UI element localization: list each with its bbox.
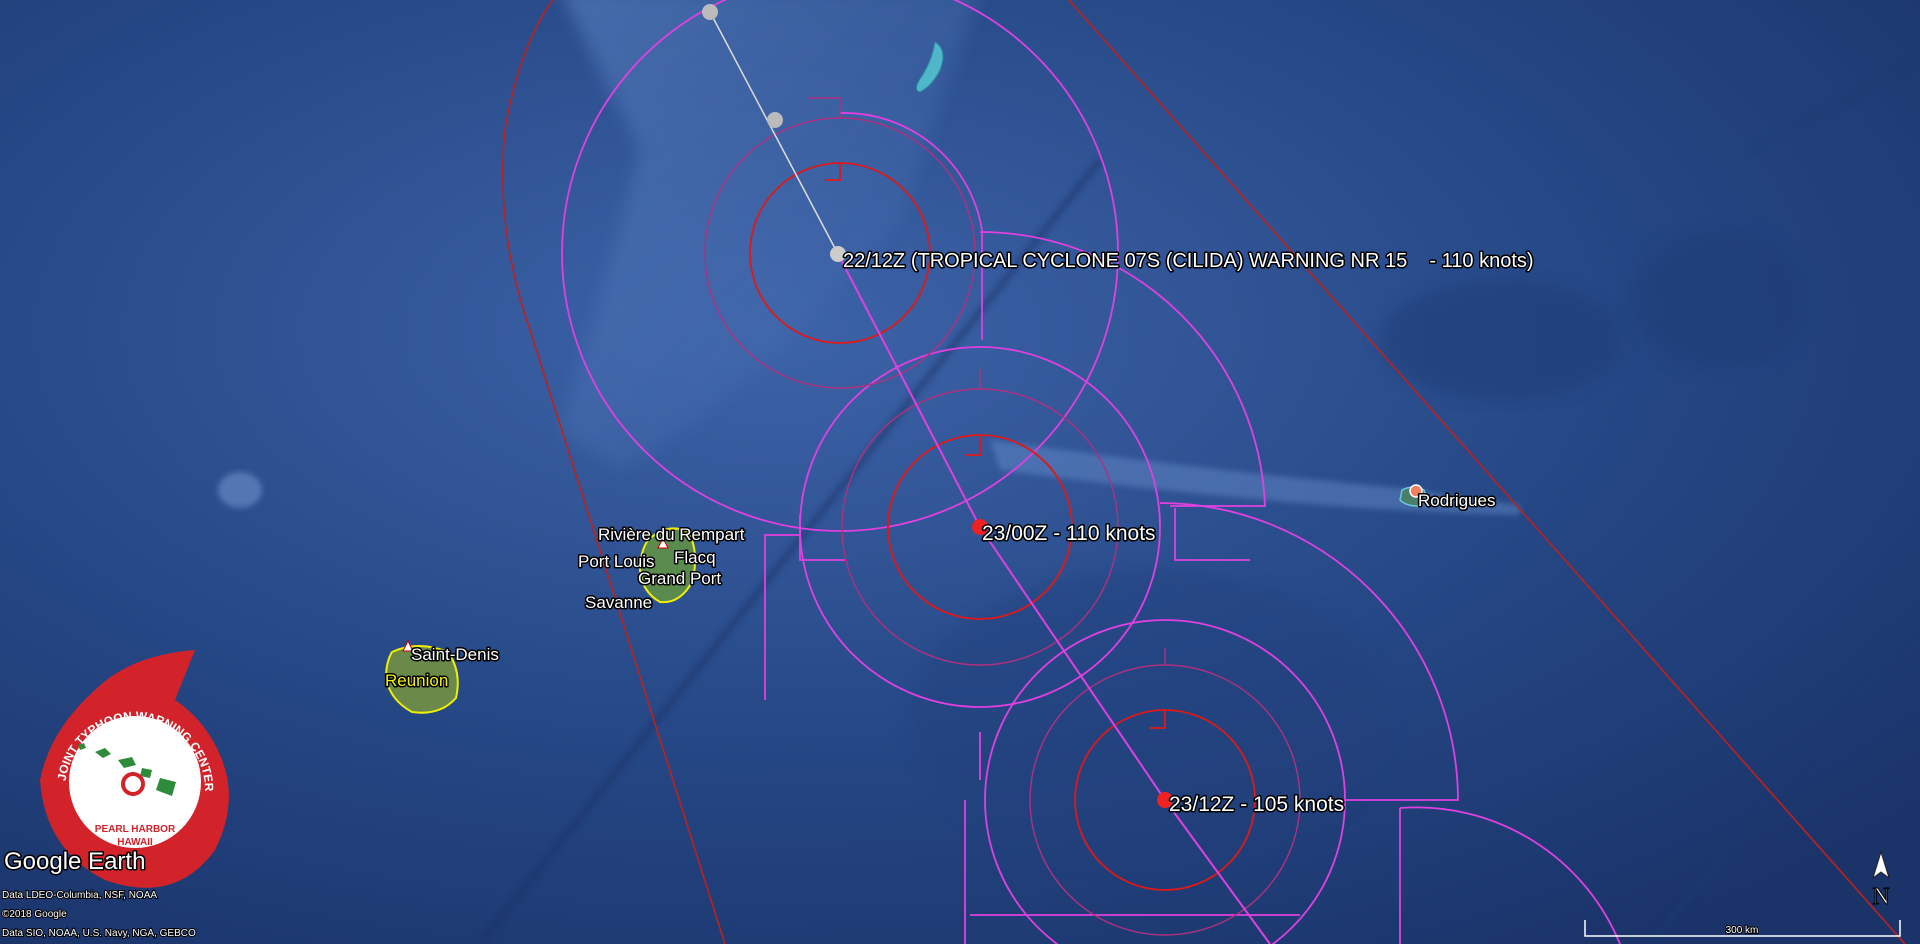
scale-bar-label: 300 km (1726, 925, 1759, 936)
place-savanne: Savanne (585, 593, 652, 612)
north-label: N (1872, 884, 1889, 910)
place-riviere-du-rempart: Rivière du Rempart (598, 525, 745, 544)
place-saint-denis: Saint-Denis (411, 645, 499, 664)
current-position-label: 22/12Z (TROPICAL CYCLONE 07S (CILIDA) WA… (843, 250, 1534, 272)
forecast-label-23-00z: 23/00Z - 110 knots (982, 522, 1156, 545)
place-grand-port: Grand Port (638, 569, 721, 588)
past-position-marker[interactable] (702, 4, 718, 20)
forecast-label-23-12z: 23/12Z - 105 knots (1169, 793, 1344, 816)
logo-line2: HAWAII (117, 837, 153, 848)
place-flacq: Flacq (674, 548, 716, 567)
place-reunion: Reunion (385, 671, 448, 690)
cyclone-track-map[interactable]: 22/12Z (TROPICAL CYCLONE 07S (CILIDA) WA… (0, 0, 1920, 944)
logo-line1: PEARL HARBOR (95, 824, 176, 835)
logo-eye-icon (121, 772, 145, 796)
attribution-line2: ©2018 Google (2, 909, 67, 920)
place-rodrigues: Rodrigues (1418, 491, 1496, 510)
past-position-marker[interactable] (767, 112, 783, 128)
attribution-line3: Data SIO, NOAA, U.S. Navy, NGA, GEBCO (2, 928, 196, 939)
google-earth-logo: Google Earth (4, 848, 145, 875)
attribution-line1: Data LDEO-Columbia, NSF, NOAA (2, 890, 157, 901)
ocean-background (0, 0, 1920, 944)
